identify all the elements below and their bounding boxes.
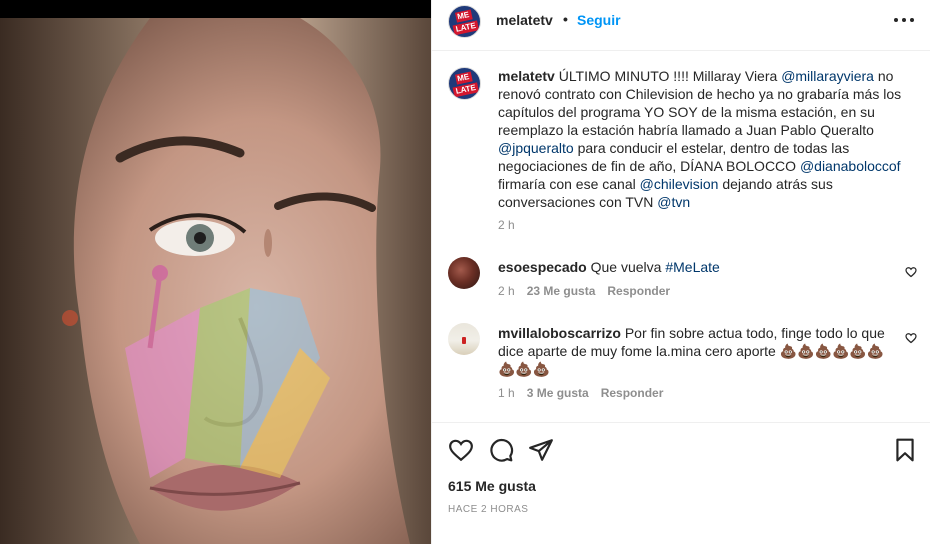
caption-segment: firmaría con ese canal — [498, 176, 640, 192]
comment-likes[interactable]: 3 Me gusta — [527, 386, 589, 400]
comment-body: Que vuelva — [590, 259, 666, 275]
post-side-panel: ME LATE melatetv • Seguir ME LATE melate… — [431, 0, 930, 544]
comment-item: mvillaloboscarrizo Por fin sobre actua t… — [432, 318, 930, 408]
comment-text: esoespecado Que vuelva #MeLate — [498, 258, 888, 276]
more-options-icon[interactable] — [894, 14, 914, 26]
commenter-username[interactable]: esoespecado — [498, 259, 587, 275]
separator-dot: • — [563, 11, 568, 27]
commenter-avatar[interactable] — [448, 257, 480, 289]
caption-timestamp[interactable]: 2 h — [498, 218, 515, 232]
me-late-logo: ME LATE — [449, 6, 480, 37]
comment-bubble-icon[interactable] — [488, 437, 514, 463]
caption-username[interactable]: melatetv — [498, 68, 555, 84]
comment-like-heart-icon[interactable] — [905, 332, 917, 344]
share-paper-plane-icon[interactable] — [528, 437, 554, 463]
like-heart-icon[interactable] — [448, 437, 474, 463]
comment-item: esoespecado Que vuelva #MeLate 2 h 23 Me… — [432, 252, 930, 312]
comment-timestamp[interactable]: 2 h — [498, 284, 515, 298]
comment-timestamp[interactable]: 1 h — [498, 386, 515, 400]
comment-likes[interactable]: 23 Me gusta — [527, 284, 596, 298]
mention-link[interactable]: @tvn — [657, 194, 690, 210]
post-header: ME LATE melatetv • Seguir — [432, 0, 930, 51]
post-time-ago[interactable]: HACE 2 HORAS — [448, 504, 528, 515]
comment-meta: 2 h 23 Me gusta Responder — [498, 284, 670, 298]
author-avatar[interactable]: ME LATE — [448, 5, 481, 38]
portrait-image — [0, 18, 431, 544]
me-late-logo: ME LATE — [449, 68, 480, 99]
instagram-post-view: ME LATE melatetv • Seguir ME LATE melate… — [0, 0, 930, 544]
comment-text: mvillaloboscarrizo Por fin sobre actua t… — [498, 324, 888, 378]
mention-link[interactable]: @millarayviera — [781, 68, 874, 84]
caption-avatar[interactable]: ME LATE — [448, 67, 481, 100]
comment-meta: 1 h 3 Me gusta Responder — [498, 386, 663, 400]
reply-button[interactable]: Responder — [607, 284, 670, 298]
commenter-avatar[interactable] — [448, 323, 480, 355]
comment-like-heart-icon[interactable] — [905, 266, 917, 278]
mention-link[interactable]: @jpqueralto — [498, 140, 574, 156]
photo-top-bar — [0, 0, 431, 18]
reply-button[interactable]: Responder — [601, 386, 664, 400]
caption-segment: ÚLTIMO MINUTO !!!! Millaray Viera — [558, 68, 782, 84]
author-username[interactable]: melatetv — [496, 12, 553, 28]
post-actions-bar: 615 Me gusta HACE 2 HORAS — [432, 422, 930, 544]
post-likes-count[interactable]: 615 Me gusta — [448, 478, 536, 494]
caption-text: melatetv ÚLTIMO MINUTO !!!! Millaray Vie… — [498, 67, 908, 211]
save-bookmark-icon[interactable] — [892, 437, 918, 463]
mention-link[interactable]: @dianabolоccof — [800, 158, 901, 174]
post-photo[interactable] — [0, 0, 431, 544]
commenter-username[interactable]: mvillaloboscarrizo — [498, 325, 621, 341]
hashtag-link[interactable]: #MeLate — [665, 259, 719, 275]
follow-button[interactable]: Seguir — [577, 12, 621, 28]
mention-link[interactable]: @chilevision — [640, 176, 719, 192]
